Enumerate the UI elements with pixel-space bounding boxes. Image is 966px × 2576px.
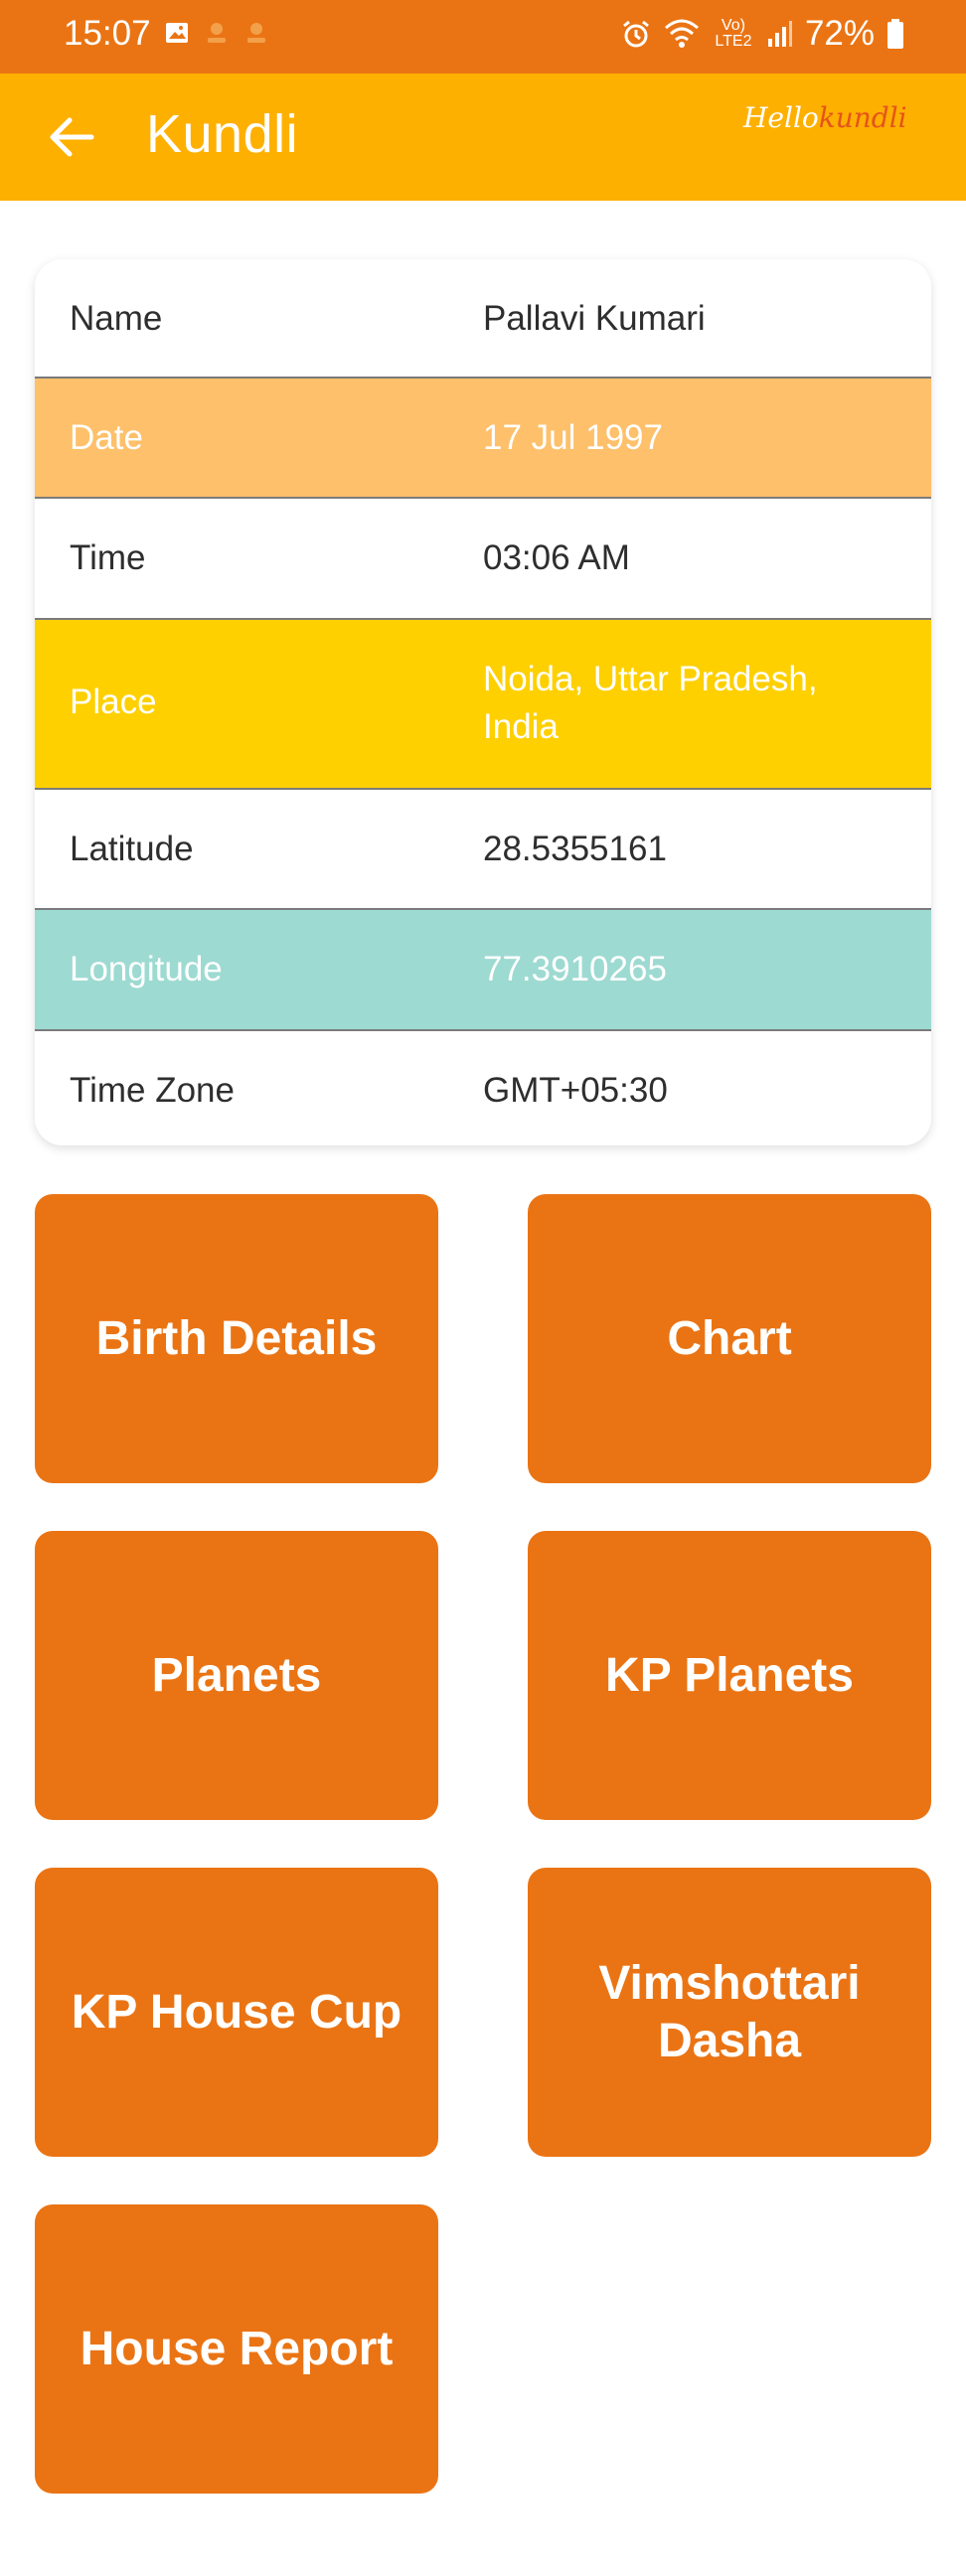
app-notification-icon [208, 23, 226, 43]
detail-row-time-zone: Time Zone GMT+05:30 [35, 1031, 931, 1145]
detail-row-name: Name Pallavi Kumari [35, 259, 931, 379]
detail-row-latitude: Latitude 28.5355161 [35, 790, 931, 910]
kundli-details-card: Name Pallavi Kumari Date 17 Jul 1997 Tim… [35, 259, 931, 1145]
detail-row-longitude: Longitude 77.3910265 [35, 910, 931, 1031]
status-notification-icons [164, 20, 269, 46]
detail-value: 17 Jul 1997 [483, 418, 663, 457]
vimshottari-dasha-label: Vimshottari Dasha [598, 1956, 861, 2067]
alarm-icon [623, 20, 649, 48]
detail-label: Longitude [70, 950, 223, 988]
hellokundli-logo: Hellokundli [743, 101, 907, 134]
battery-icon [887, 19, 903, 49]
detail-row-time: Time 03:06 AM [35, 499, 931, 620]
detail-value: 03:06 AM [483, 538, 630, 577]
detail-value: Pallavi Kumari [483, 299, 706, 338]
house-report-label: House Report [80, 2322, 394, 2375]
gallery-icon [166, 23, 188, 43]
page-title: Kundli [146, 104, 299, 164]
detail-value: 77.3910265 [483, 950, 667, 988]
signal-icon [767, 21, 792, 47]
status-system-icons: Vo) LTE2 72% [620, 14, 904, 54]
detail-label: Place [70, 682, 157, 721]
detail-label: Time Zone [70, 1071, 235, 1110]
detail-value: Noida, Uttar Pradesh, India [483, 660, 818, 746]
vimshottari-dasha-button[interactable]: Vimshottari Dasha [528, 1868, 931, 2157]
back-arrow-icon[interactable] [46, 111, 97, 163]
app-bar: Kundli Hellokundli [0, 74, 966, 201]
detail-row-place: Place Noida, Uttar Pradesh, India [35, 620, 931, 790]
chart-button[interactable]: Chart [528, 1194, 931, 1483]
detail-label: Time [70, 538, 146, 577]
status-time: 15:07 [64, 14, 151, 53]
detail-label: Date [70, 418, 143, 457]
chart-label: Chart [667, 1311, 792, 1365]
house-report-button[interactable]: House Report [35, 2204, 438, 2494]
detail-value: GMT+05:30 [483, 1071, 668, 1110]
network-type-label: Vo) LTE2 [715, 17, 752, 50]
birth-details-button[interactable]: Birth Details [35, 1194, 438, 1483]
detail-value: 28.5355161 [483, 830, 667, 868]
kp-house-cup-button[interactable]: KP House Cup [35, 1868, 438, 2157]
kp-planets-label: KP Planets [605, 1648, 854, 1702]
planets-label: Planets [151, 1648, 322, 1702]
kp-house-cup-label: KP House Cup [71, 1985, 402, 2039]
status-bar: 15:07 Vo) LTE2 72% [0, 0, 966, 74]
app-notification-icon-2 [247, 23, 265, 43]
battery-percent: 72% [804, 14, 875, 53]
birth-details-label: Birth Details [95, 1311, 378, 1365]
kp-planets-button[interactable]: KP Planets [528, 1531, 931, 1820]
wifi-icon [664, 19, 699, 48]
detail-label: Latitude [70, 830, 194, 868]
detail-row-date: Date 17 Jul 1997 [35, 379, 931, 499]
detail-label: Name [70, 299, 163, 338]
planets-button[interactable]: Planets [35, 1531, 438, 1820]
